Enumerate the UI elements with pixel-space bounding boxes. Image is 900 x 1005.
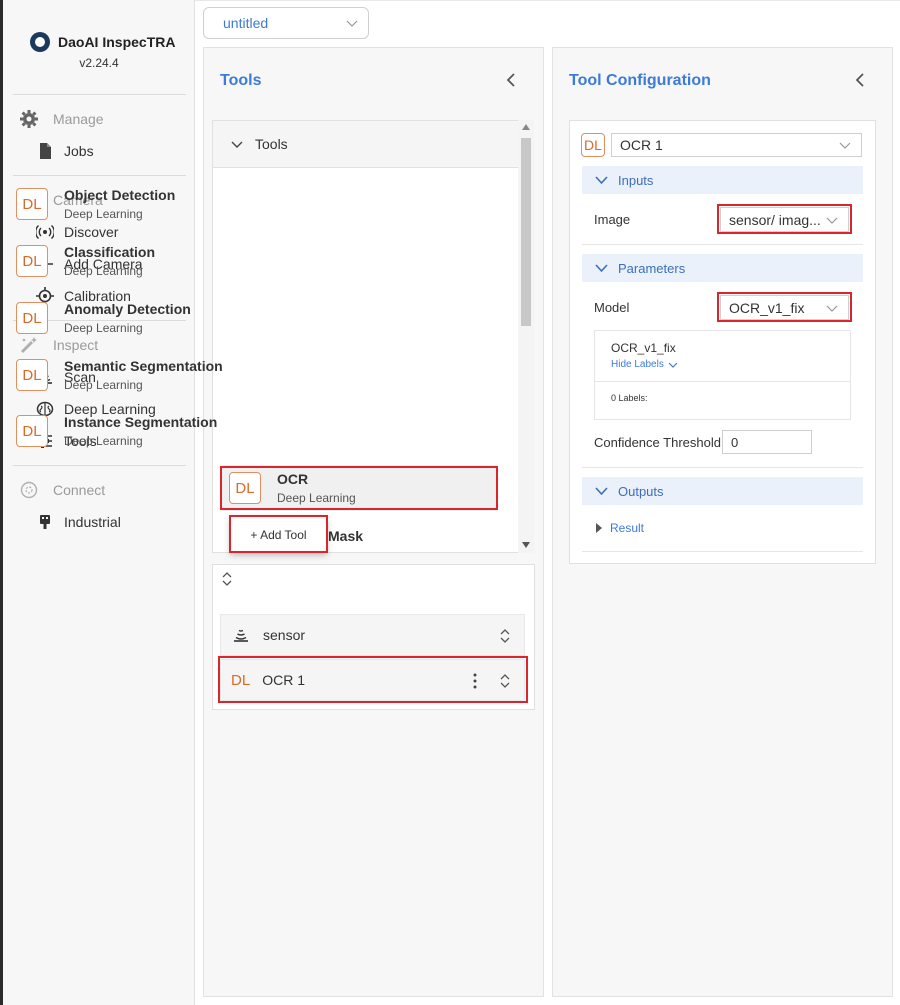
dl-badge-icon: DL: [16, 245, 48, 277]
scan-waves-icon: [234, 629, 248, 642]
globe-icon: [20, 481, 38, 499]
tools-group-label: Tools: [255, 136, 288, 152]
tool-item-instance-segmentation[interactable]: DL Instance Segmentation Deep Learning: [16, 408, 286, 454]
confidence-threshold-input[interactable]: 0: [722, 430, 812, 454]
plug-icon: [40, 515, 50, 529]
divider: [595, 381, 850, 382]
divider: [582, 244, 863, 245]
chevron-down-icon: [595, 176, 608, 185]
expand-collapse-icon[interactable]: [221, 571, 233, 587]
labels-count: 0 Labels:: [611, 393, 648, 403]
gear-icon: [20, 110, 38, 128]
highlight-add-tool: [229, 515, 328, 553]
section-label: Manage: [53, 111, 104, 127]
chevron-down-icon: [668, 362, 678, 368]
model-card: OCR_v1_fix Hide Labels 0 Labels:: [594, 330, 851, 420]
tool-item-classification[interactable]: DL Classification Deep Learning: [16, 238, 286, 284]
inputs-section-header[interactable]: Inputs: [582, 166, 863, 194]
model-card-title: OCR_v1_fix: [611, 341, 676, 355]
divider: [582, 467, 863, 468]
project-select-value: untitled: [223, 15, 269, 31]
logo-icon: [30, 32, 50, 52]
tool-name: Object Detection: [64, 187, 176, 203]
section-manage: Manage: [3, 103, 194, 135]
scroll-up-arrow-icon[interactable]: [522, 124, 530, 130]
section-connect: Connect: [3, 474, 194, 506]
tool-item-object-detection[interactable]: DL Object Detection Deep Learning: [16, 181, 286, 227]
brand: DaoAI InspecTRA: [3, 0, 194, 52]
confidence-threshold-label: Confidence Threshold: [594, 435, 721, 450]
scroll-down-arrow-icon[interactable]: [522, 542, 530, 548]
tool-name: Classification: [64, 244, 156, 260]
section-label: Connect: [53, 482, 106, 498]
dl-badge-icon: DL: [16, 302, 48, 334]
sidebar-item-label: Industrial: [64, 514, 121, 530]
chevron-down-icon: [839, 142, 851, 149]
tool-category: Deep Learning: [64, 264, 143, 278]
hide-labels-toggle[interactable]: Hide Labels: [611, 359, 678, 370]
tool-instance-select[interactable]: OCR 1: [611, 133, 862, 157]
tools-group-header[interactable]: Tools: [213, 121, 533, 168]
chevron-left-icon[interactable]: [503, 72, 519, 88]
sidebar-item-label: Jobs: [64, 143, 94, 159]
tool-category: Deep Learning: [64, 207, 143, 221]
pipeline-row-label: sensor: [263, 627, 306, 643]
document-icon: [40, 143, 51, 159]
image-input-label: Image: [594, 212, 631, 227]
dl-badge-icon: DL: [581, 133, 605, 157]
hide-labels-label: Hide Labels: [611, 359, 664, 370]
tool-name: Anomaly Detection: [64, 301, 191, 317]
divider: [582, 551, 863, 552]
sidebar: DaoAI InspecTRA v2.24.4 Manage Jobs Came…: [3, 0, 195, 1005]
caret-right-icon: [596, 523, 602, 533]
chevron-left-icon[interactable]: [852, 72, 868, 88]
tool-name: Instance Segmentation: [64, 414, 218, 430]
model-label: Model: [594, 300, 630, 315]
parameters-section-header[interactable]: Parameters: [582, 254, 863, 282]
tool-category: Deep Learning: [64, 434, 143, 448]
outputs-section-label: Outputs: [618, 483, 664, 499]
chevron-down-icon: [595, 487, 608, 496]
chevron-down-icon: [231, 141, 243, 148]
tool-category: Deep Learning: [64, 321, 143, 335]
dl-badge-icon: DL: [16, 415, 48, 447]
outputs-section-header[interactable]: Outputs: [582, 477, 863, 505]
tool-item-mask-partial[interactable]: Mask: [328, 528, 363, 544]
tool-config-title: Tool Configuration: [569, 72, 711, 89]
tool-item-semantic-segmentation[interactable]: DL Semantic Segmentation Deep Learning: [16, 352, 286, 398]
highlight-image-input: [717, 204, 852, 234]
result-output-item[interactable]: Result: [596, 521, 644, 535]
confidence-threshold-value: 0: [731, 435, 739, 450]
chevron-down-icon: [346, 20, 358, 27]
tools-scroll-thumb[interactable]: [521, 138, 531, 326]
chevron-down-icon: [595, 264, 608, 273]
parameters-section-label: Parameters: [618, 260, 686, 276]
pipeline-row-sensor[interactable]: sensor: [220, 614, 525, 656]
tool-category: Deep Learning: [64, 378, 143, 392]
highlight-ocr1-row: [218, 656, 528, 703]
tool-instance-value: OCR 1: [620, 137, 663, 153]
project-select[interactable]: untitled: [203, 7, 369, 39]
dl-badge-icon: DL: [16, 188, 48, 220]
sidebar-item-jobs[interactable]: Jobs: [3, 135, 194, 167]
highlight-model-select: [717, 292, 852, 322]
dl-badge-icon: DL: [16, 359, 48, 391]
sidebar-item-industrial[interactable]: Industrial: [3, 506, 194, 538]
top-divider: [195, 0, 900, 1]
app-version: v2.24.4: [79, 56, 119, 70]
app-name: DaoAI InspecTRA: [58, 34, 176, 50]
tool-name: Semantic Segmentation: [64, 358, 223, 374]
tool-item-anomaly-detection[interactable]: DL Anomaly Detection Deep Learning: [16, 295, 286, 341]
tools-panel-title: Tools: [220, 72, 262, 89]
sort-updown-icon[interactable]: [500, 628, 510, 644]
highlight-ocr-tool: [220, 466, 498, 510]
result-label: Result: [610, 521, 645, 535]
inputs-section-label: Inputs: [618, 172, 654, 188]
